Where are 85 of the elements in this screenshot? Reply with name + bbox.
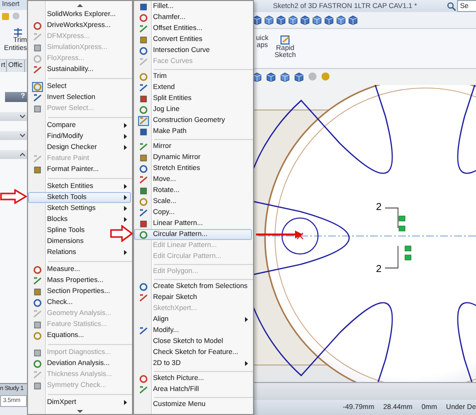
tool-icon [138,82,148,92]
tool-icon [138,12,148,22]
cube-icon[interactable] [300,14,310,25]
panel-header[interactable] [0,131,27,140]
panel-header[interactable] [0,150,27,159]
tool-icon [138,104,148,114]
cube-icon[interactable] [336,14,346,25]
dot-icon[interactable] [308,72,317,82]
panel-header[interactable] [0,112,27,121]
tool-icon [32,264,42,275]
dimension-label: 2 [376,264,382,276]
tool-icon [138,164,148,174]
cube-icon[interactable] [280,72,290,82]
cube-icon[interactable] [264,14,274,25]
search-icon[interactable] [447,2,456,10]
cube-icon[interactable] [312,14,322,25]
cube-icon[interactable] [324,14,334,25]
relation-marker [404,246,412,252]
tool-icon [32,104,42,114]
tool-icon [138,292,148,302]
tool-icon [138,72,148,82]
chevron-icon [20,152,25,157]
tool-icon [138,374,148,384]
submenu-arrow-icon [245,317,248,322]
tool-icon [138,116,148,126]
tool-icon [32,320,42,330]
origin-icon [296,232,304,240]
tool-icon [138,230,148,240]
trim-icon [13,28,23,37]
tool-icon [138,186,148,196]
hub-circle [282,218,318,255]
relation-marker [398,216,406,222]
tool-icon [138,152,148,162]
tool-icon [32,32,42,42]
tool-icon [32,330,42,341]
tool-icon [32,64,42,75]
tool-icon [138,24,148,34]
tool-icon [138,208,148,218]
submenu-arrow-icon [124,400,127,406]
sketch-icon [280,34,291,45]
tool-icon [138,46,148,56]
pointer-arrow [110,225,133,242]
tool-icon [32,358,42,369]
tool-icon [138,326,148,336]
cube-icon[interactable] [288,14,298,25]
tool-icon [138,282,148,292]
dimension-line [384,208,398,269]
tool-icon [32,92,42,103]
tool-icon [138,384,148,394]
tool-icon [32,348,42,358]
scroll-up-icon[interactable] [77,4,83,7]
tool-icon [138,2,148,12]
tool-icon [138,34,148,44]
tool-icon [138,174,148,184]
dimension-label: 2 [376,202,382,214]
tool-icon [138,196,148,206]
tool-icon [138,94,148,104]
tool-icon [32,308,42,319]
scroll-down-icon[interactable] [77,410,83,413]
tool-icon [32,42,42,53]
tool-icon [32,82,42,92]
tool-icon [32,54,42,64]
cube-icon[interactable] [294,72,304,82]
tool-icon [32,380,42,391]
cube-icon[interactable] [348,14,358,25]
tool-icon [138,56,148,66]
tool-icon [32,276,42,286]
chevron-icon [20,114,25,119]
tool-icon [32,298,42,308]
tool-icon [32,164,42,175]
relation-marker [398,226,406,232]
cube-icon[interactable] [266,72,276,82]
tool-icon [32,370,42,380]
tool-icon [32,20,42,31]
tool-icon [138,126,148,136]
tool-icon [138,142,148,152]
tool-icon [32,154,42,164]
tool-icon [32,286,42,297]
pointer-arrow [256,230,304,239]
cube-icon[interactable] [276,14,286,25]
relation-marker [404,255,412,261]
submenu-arrow-icon [245,361,248,366]
submenu-arrow-icon [124,250,127,256]
tool-icon [138,218,148,228]
chevron-icon [20,133,25,138]
